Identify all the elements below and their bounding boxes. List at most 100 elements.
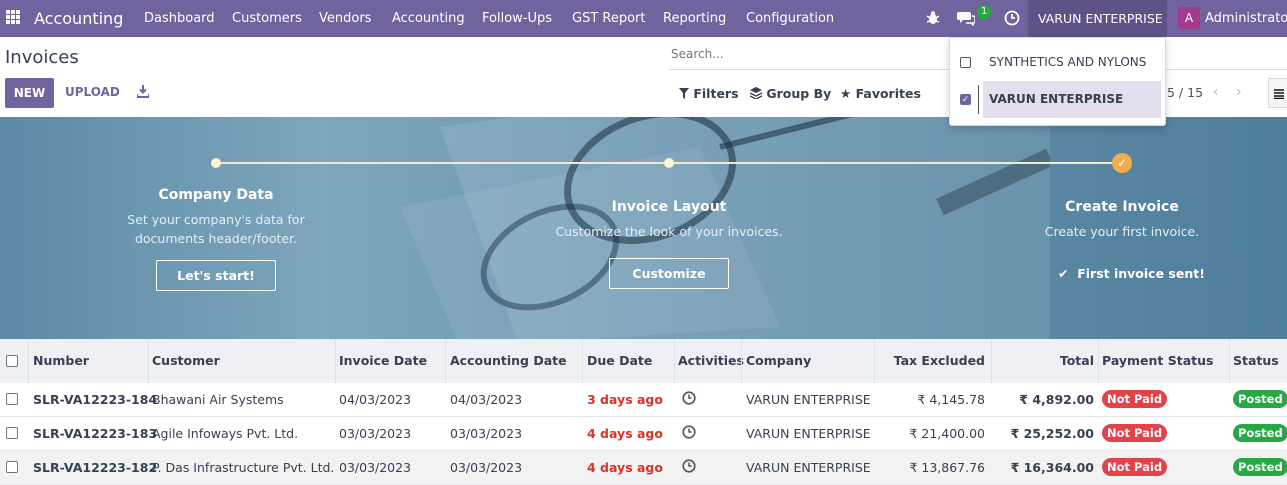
customer-name: Agile Infoways Pvt. Ltd. xyxy=(152,426,299,441)
menu-customers[interactable]: Customers xyxy=(232,11,302,26)
header-due-date[interactable]: Due Date xyxy=(587,353,652,368)
tax-excluded: ₹ 4,145.78 xyxy=(917,392,985,407)
menu-gst-report[interactable]: GST Report xyxy=(572,11,646,26)
avatar[interactable]: A xyxy=(1178,7,1200,29)
group-by-button[interactable]: Group By xyxy=(749,86,832,101)
invoice-number: SLR-VA12223-182 xyxy=(33,460,158,475)
invoice-date: 04/03/2023 xyxy=(339,392,412,407)
activity-clock-icon[interactable] xyxy=(682,391,696,405)
company-option-label[interactable]: SYNTHETICS AND NYLONS xyxy=(983,44,1161,81)
total-amount: ₹ 4,892.00 xyxy=(1019,392,1094,407)
filters-button[interactable]: Filters xyxy=(679,86,739,101)
header-company[interactable]: Company xyxy=(746,353,811,368)
customize-button[interactable]: Customize xyxy=(609,258,729,289)
company-name: VARUN ENTERPRISE xyxy=(746,426,871,441)
bug-icon[interactable] xyxy=(926,10,940,26)
payment-status-badge: Not Paid xyxy=(1102,458,1168,476)
header-activities[interactable]: Activities xyxy=(678,353,744,368)
header-status[interactable]: Status xyxy=(1233,353,1279,368)
customer-name: P. Das Infrastructure Pvt. Ltd. xyxy=(152,460,335,475)
menu-vendors[interactable]: Vendors xyxy=(319,11,371,26)
menu-reporting[interactable]: Reporting xyxy=(663,11,726,26)
row-checkbox[interactable] xyxy=(6,461,18,473)
row-checkbox[interactable] xyxy=(6,427,18,439)
accounting-date: 04/03/2023 xyxy=(450,392,523,407)
header-number[interactable]: Number xyxy=(33,353,89,368)
invoice-number: SLR-VA12223-184 xyxy=(33,392,158,407)
menu-accounting[interactable]: Accounting xyxy=(392,11,465,26)
group-by-label: Group By xyxy=(766,86,832,101)
step-3-title: Create Invoice xyxy=(1065,199,1179,215)
star-icon: ★ xyxy=(840,86,852,101)
menu-dashboard[interactable]: Dashboard xyxy=(144,11,215,26)
layers-icon xyxy=(749,87,763,100)
activity-clock-icon[interactable] xyxy=(682,459,696,473)
menu-configuration[interactable]: Configuration xyxy=(746,11,834,26)
favorites-label: Favorites xyxy=(855,86,921,101)
company-checkbox-checked[interactable]: ✓ xyxy=(960,94,971,105)
company-option-label[interactable]: VARUN ENTERPRISE xyxy=(983,81,1161,118)
chevron-left-icon[interactable]: ‹ xyxy=(1213,84,1219,100)
due-date: 4 days ago xyxy=(587,426,663,441)
check-icon: ✔ xyxy=(1058,266,1069,281)
company-switcher[interactable]: VARUN ENTERPRISE xyxy=(1028,0,1167,37)
company-option-varun[interactable]: ✓ VARUN ENTERPRISE xyxy=(950,81,1167,118)
list-view-icon[interactable] xyxy=(1268,78,1287,108)
upload-button[interactable]: UPLOAD xyxy=(65,85,120,99)
chat-icon[interactable] xyxy=(957,10,975,26)
app-title[interactable]: Accounting xyxy=(34,9,123,28)
invoice-date: 03/03/2023 xyxy=(339,426,412,441)
total-amount: ₹ 25,252.00 xyxy=(1010,426,1094,441)
clock-icon[interactable] xyxy=(1004,10,1020,26)
row-checkbox[interactable] xyxy=(6,393,18,405)
apps-grid-icon[interactable] xyxy=(6,10,20,24)
accounting-date: 03/03/2023 xyxy=(450,460,523,475)
step-2-desc: Customize the look of your invoices. xyxy=(555,224,783,239)
table-row[interactable]: SLR-VA12223-183 Agile Infoways Pvt. Ltd.… xyxy=(0,417,1287,451)
company-checkbox[interactable] xyxy=(960,57,971,68)
company-option-synthetics[interactable]: SYNTHETICS AND NYLONS xyxy=(950,44,1167,81)
search-input[interactable] xyxy=(669,42,939,66)
due-date: 4 days ago xyxy=(587,460,663,475)
header-accounting-date[interactable]: Accounting Date xyxy=(450,353,567,368)
menu-follow-ups[interactable]: Follow-Ups xyxy=(482,11,552,26)
due-date: 3 days ago xyxy=(587,392,663,407)
table-row[interactable]: SLR-VA12223-182 P. Das Infrastructure Pv… xyxy=(0,451,1287,485)
chevron-right-icon[interactable]: › xyxy=(1236,84,1242,100)
download-icon[interactable] xyxy=(137,85,149,98)
step-3-desc: Create your first invoice. xyxy=(1044,224,1200,239)
header-tax-excluded[interactable]: Tax Excluded xyxy=(894,353,985,368)
first-invoice-sent: ✔ First invoice sent! xyxy=(1058,266,1205,281)
step-2-title: Invoice Layout xyxy=(611,199,727,215)
table-header: Number Customer Invoice Date Accounting … xyxy=(0,339,1287,383)
tax-excluded: ₹ 13,867.76 xyxy=(909,460,985,475)
pager-value[interactable]: 5 / 15 xyxy=(1167,85,1203,100)
page-title: Invoices xyxy=(5,47,79,68)
activity-clock-icon[interactable] xyxy=(682,425,696,439)
new-button[interactable]: NEW xyxy=(5,78,54,108)
filter-icon xyxy=(679,88,689,99)
invoice-number: SLR-VA12223-183 xyxy=(33,426,158,441)
divider xyxy=(978,85,979,114)
status-badge: Posted xyxy=(1233,458,1287,476)
header-total[interactable]: Total xyxy=(1060,353,1094,368)
lets-start-button[interactable]: Let's start! xyxy=(156,260,276,291)
filters-label: Filters xyxy=(693,86,739,101)
select-all-checkbox[interactable] xyxy=(6,355,18,367)
progress-line-2 xyxy=(674,162,1114,164)
company-dropdown: SYNTHETICS AND NYLONS ✓ VARUN ENTERPRISE xyxy=(949,37,1166,126)
table-row[interactable]: SLR-VA12223-184 Bhawani Air Systems 04/0… xyxy=(0,383,1287,417)
header-customer[interactable]: Customer xyxy=(152,353,220,368)
user-menu[interactable]: Administrator xyxy=(1205,11,1287,26)
top-navbar: Accounting Dashboard Customers Vendors A… xyxy=(0,0,1287,37)
header-payment-status[interactable]: Payment Status xyxy=(1102,353,1213,368)
header-invoice-date[interactable]: Invoice Date xyxy=(339,353,427,368)
accounting-date: 03/03/2023 xyxy=(450,426,523,441)
status-badge: Posted xyxy=(1233,390,1287,408)
step-1-desc: Set your company's data for documents he… xyxy=(127,212,305,246)
payment-status-badge: Not Paid xyxy=(1102,390,1168,408)
favorites-button[interactable]: ★ Favorites xyxy=(840,86,921,101)
progress-line-1 xyxy=(221,162,664,164)
invoice-date: 03/03/2023 xyxy=(339,460,412,475)
company-name: VARUN ENTERPRISE xyxy=(746,392,871,407)
